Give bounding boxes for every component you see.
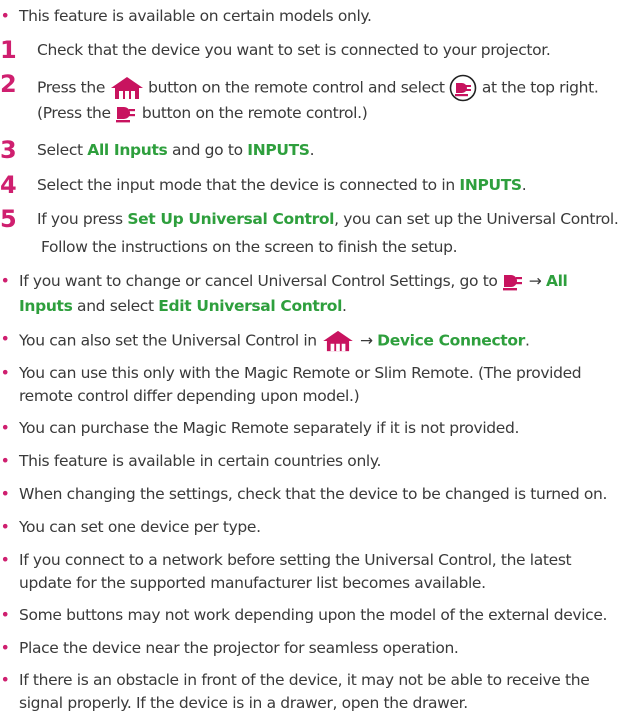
input-icon: [115, 105, 137, 123]
menu-inputs: INPUTS: [459, 176, 522, 194]
menu-all-inputs: All Inputs: [87, 141, 168, 159]
step-number: 3: [0, 136, 17, 164]
input-icon: [502, 273, 524, 291]
bullet: •: [0, 638, 10, 657]
home-icon: [110, 75, 144, 101]
bullet: •: [0, 271, 10, 290]
right-arrow: →: [359, 331, 373, 350]
input-settings-circle-icon: [449, 74, 477, 102]
bullet: •: [0, 329, 10, 348]
menu-set-up-universal-control: Set Up Universal Control: [127, 210, 335, 228]
bullet: •: [0, 517, 10, 536]
menu-edit-universal-control: Edit Universal Control: [158, 297, 343, 315]
bullet: •: [0, 605, 10, 624]
bullet: •: [0, 451, 10, 470]
step-number: 4: [0, 171, 17, 199]
bullet: •: [0, 418, 10, 437]
bullet: •: [0, 550, 10, 569]
bullet: •: [0, 484, 10, 503]
step-number: 1: [0, 36, 17, 64]
bullet: •: [0, 670, 10, 689]
menu-device-connector: Device Connector: [377, 331, 525, 350]
step-number: 5: [0, 205, 17, 233]
bullet: •: [0, 6, 10, 25]
bullet: •: [0, 363, 10, 382]
step-number: 2: [0, 70, 17, 98]
home-icon: [321, 329, 355, 353]
universal-control-instructions: • This feature is available on certain m…: [0, 6, 619, 712]
right-arrow: →: [528, 272, 542, 290]
menu-inputs: INPUTS: [247, 141, 310, 159]
